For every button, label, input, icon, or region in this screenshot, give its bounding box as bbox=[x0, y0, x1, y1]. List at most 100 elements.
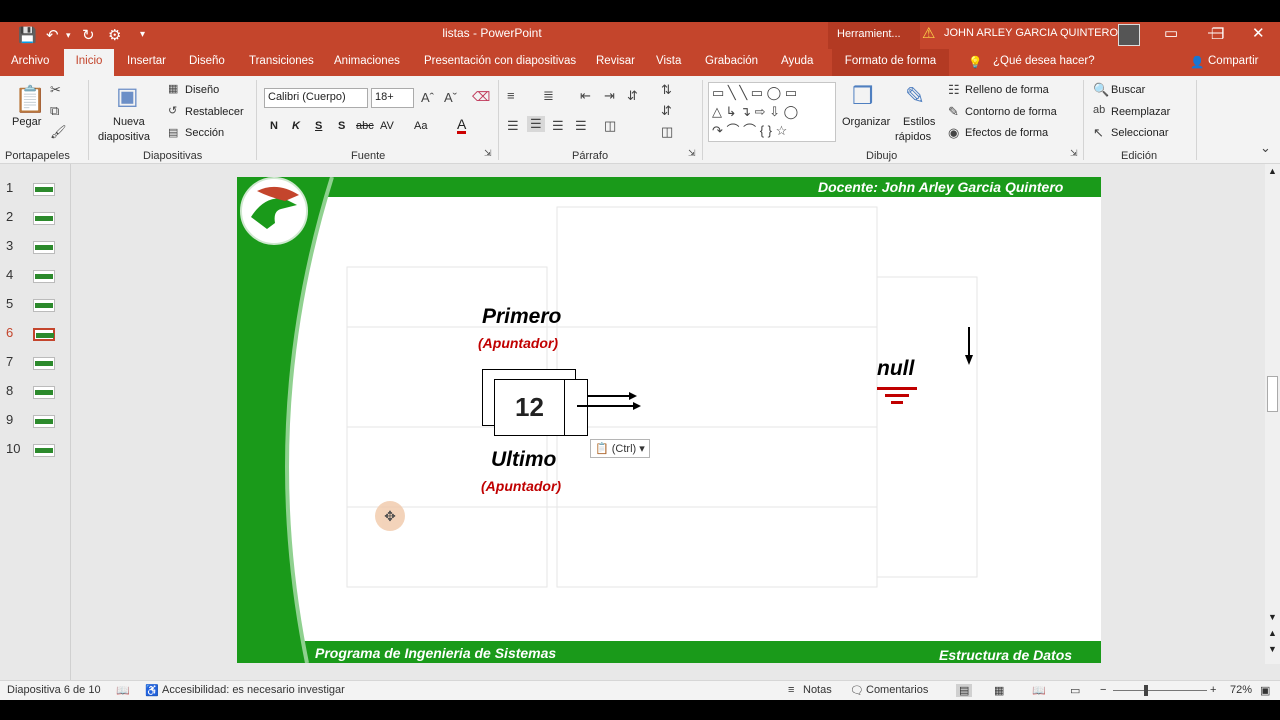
thumb-8[interactable]: 8 bbox=[6, 381, 66, 401]
italic-button[interactable]: K bbox=[292, 120, 300, 132]
zoom-level[interactable]: 72% bbox=[1230, 684, 1252, 696]
shrink-font-icon[interactable]: Aˇ bbox=[444, 90, 457, 105]
zoom-slider-thumb[interactable] bbox=[1144, 685, 1148, 696]
primero-label[interactable]: Primero bbox=[482, 305, 561, 329]
new-slide-icon[interactable]: ▣ bbox=[116, 82, 139, 111]
paste-icon[interactable]: 📋 bbox=[14, 84, 46, 115]
format-painter-icon[interactable]: 🖌 bbox=[50, 124, 67, 140]
quick-styles-icon[interactable]: ✎ bbox=[905, 82, 925, 111]
apuntador-label-1[interactable]: (Apuntador) bbox=[478, 335, 558, 351]
tab-formato-de-forma[interactable]: Formato de forma bbox=[832, 49, 949, 76]
thumb-9[interactable]: 9 bbox=[6, 410, 66, 430]
reading-view-icon[interactable]: 📖 bbox=[1032, 684, 1046, 697]
avatar[interactable] bbox=[1118, 24, 1140, 46]
apuntador-label-2[interactable]: (Apuntador) bbox=[481, 478, 561, 494]
tab-presentacion[interactable]: Presentación con diapositivas bbox=[424, 55, 576, 67]
align-left-icon[interactable]: ☰ bbox=[507, 118, 519, 134]
scroll-down-icon[interactable]: ▼ bbox=[1268, 612, 1277, 622]
shape-effects-button[interactable]: Efectos de forma bbox=[965, 127, 1048, 139]
scroll-thumb[interactable] bbox=[1267, 376, 1278, 412]
tab-transiciones[interactable]: Transiciones bbox=[249, 55, 314, 67]
increase-indent-icon[interactable]: ⇥ bbox=[604, 88, 615, 104]
user-name[interactable]: JOHN ARLEY GARCIA QUINTERO bbox=[944, 27, 1118, 39]
shapes-gallery[interactable]: ▭ ╲ ╲ ▭ ◯ ▭ △ ↳ ↴ ⇨ ⇩ ◯ ↷ ⌒ ⌒ { } ☆ bbox=[708, 82, 836, 142]
shape-outline-button[interactable]: Contorno de forma bbox=[965, 106, 1057, 118]
slideshow-view-icon[interactable]: ▭ bbox=[1070, 684, 1080, 697]
spacing-button[interactable]: AV bbox=[380, 120, 394, 132]
font-size-select[interactable]: 18+ bbox=[371, 88, 414, 108]
zoom-out-icon[interactable]: − bbox=[1100, 684, 1106, 696]
replace-button[interactable]: Reemplazar bbox=[1111, 106, 1170, 118]
text-direction-icon[interactable]: ⇅ bbox=[661, 82, 672, 98]
node-box[interactable]: 12 bbox=[494, 379, 588, 436]
tab-archivo[interactable]: Archivo bbox=[11, 55, 49, 67]
dialog-launcher-icon[interactable]: ⇲ bbox=[484, 148, 492, 159]
thumb-1[interactable]: 1 bbox=[6, 178, 66, 198]
justify-icon[interactable]: ☰ bbox=[575, 118, 587, 134]
next-pointer-arrows[interactable] bbox=[577, 387, 647, 417]
thumb-2[interactable]: 2 bbox=[6, 207, 66, 227]
quick-styles-label-1[interactable]: Estilos bbox=[903, 116, 935, 128]
smartart-icon[interactable]: ◫ bbox=[661, 124, 673, 140]
zoom-in-icon[interactable]: + bbox=[1210, 684, 1216, 696]
tab-inicio[interactable]: Inicio bbox=[64, 49, 114, 76]
strikethrough-button[interactable]: abc bbox=[356, 120, 374, 132]
ultimo-label[interactable]: Ultimo bbox=[491, 448, 556, 472]
dialog-launcher-icon[interactable]: ⇲ bbox=[688, 148, 696, 159]
tab-insertar[interactable]: Insertar bbox=[127, 55, 166, 67]
tell-me-input[interactable]: ¿Qué desea hacer? bbox=[993, 55, 1095, 67]
paste-options-button[interactable]: 📋 (Ctrl) ▾ bbox=[590, 439, 650, 458]
thumb-5[interactable]: 5 bbox=[6, 294, 66, 314]
cut-icon[interactable]: ✂ bbox=[50, 82, 61, 98]
node-value[interactable]: 12 bbox=[495, 380, 565, 435]
bullets-icon[interactable]: ≡ bbox=[507, 88, 515, 103]
quick-styles-label-2[interactable]: rápidos bbox=[895, 131, 931, 143]
spell-check-icon[interactable]: 📖 bbox=[116, 684, 130, 697]
font-family-select[interactable]: Calibri (Cuerpo) bbox=[264, 88, 368, 108]
decrease-indent-icon[interactable]: ⇤ bbox=[580, 88, 591, 104]
tab-ayuda[interactable]: Ayuda bbox=[781, 55, 813, 67]
ground-symbol[interactable] bbox=[875, 385, 919, 409]
new-slide-label-2[interactable]: diapositiva bbox=[98, 131, 150, 143]
thumb-10[interactable]: 10 bbox=[6, 439, 66, 459]
change-case-button[interactable]: Aa bbox=[414, 120, 427, 132]
close-icon[interactable]: ✕ bbox=[1252, 24, 1265, 42]
align-right-icon[interactable]: ☰ bbox=[552, 118, 564, 134]
fit-slide-icon[interactable]: ▣ bbox=[1260, 684, 1270, 697]
shape-fill-button[interactable]: Relleno de forma bbox=[965, 84, 1049, 96]
section-button[interactable]: Sección bbox=[185, 127, 224, 139]
slide-canvas[interactable]: Docente: John Arley Garcia Quintero Prog… bbox=[237, 177, 1101, 663]
collapse-ribbon-icon[interactable]: ⌄ bbox=[1260, 140, 1271, 156]
accessibility-status[interactable]: Accesibilidad: es necesario investigar bbox=[162, 684, 345, 696]
thumb-7[interactable]: 7 bbox=[6, 352, 66, 372]
shadow-button[interactable]: S bbox=[338, 120, 345, 132]
tab-animaciones[interactable]: Animaciones bbox=[334, 55, 400, 67]
font-color-button[interactable]: A bbox=[457, 117, 467, 134]
comments-button[interactable]: Comentarios bbox=[866, 684, 928, 696]
arrange-icon[interactable]: ❒ bbox=[852, 82, 874, 111]
clear-format-icon[interactable]: ⌫ bbox=[472, 89, 490, 105]
layout-button[interactable]: Diseño bbox=[185, 84, 219, 96]
tab-revisar[interactable]: Revisar bbox=[596, 55, 635, 67]
grow-font-icon[interactable]: Aˆ bbox=[421, 90, 434, 105]
underline-button[interactable]: S bbox=[315, 120, 322, 132]
copy-icon[interactable]: ⧉ bbox=[50, 103, 59, 119]
share-button[interactable]: Compartir bbox=[1208, 55, 1258, 67]
tab-grabacion[interactable]: Grabación bbox=[705, 55, 758, 67]
reset-button[interactable]: Restablecer bbox=[185, 106, 244, 118]
bold-button[interactable]: N bbox=[270, 120, 278, 132]
line-spacing-icon[interactable]: ⇵ bbox=[627, 88, 638, 104]
zoom-slider[interactable] bbox=[1113, 690, 1207, 691]
align-text-icon[interactable]: ⇵ bbox=[661, 103, 672, 119]
tab-diseno[interactable]: Diseño bbox=[189, 55, 225, 67]
arrange-button[interactable]: Organizar bbox=[842, 116, 890, 128]
prev-slide-icon[interactable]: ▲ bbox=[1268, 628, 1277, 638]
null-label[interactable]: null bbox=[877, 357, 914, 381]
vertical-scrollbar[interactable]: ▲ ▼ ▲ ▼ bbox=[1265, 164, 1280, 664]
columns-icon[interactable]: ◫ bbox=[604, 118, 616, 134]
notes-button[interactable]: Notas bbox=[803, 684, 832, 696]
thumb-3[interactable]: 3 bbox=[6, 236, 66, 256]
down-arrow[interactable] bbox=[962, 325, 976, 367]
restore-icon[interactable]: ❐ bbox=[1211, 25, 1224, 43]
sorter-view-icon[interactable]: ▦ bbox=[994, 684, 1004, 697]
